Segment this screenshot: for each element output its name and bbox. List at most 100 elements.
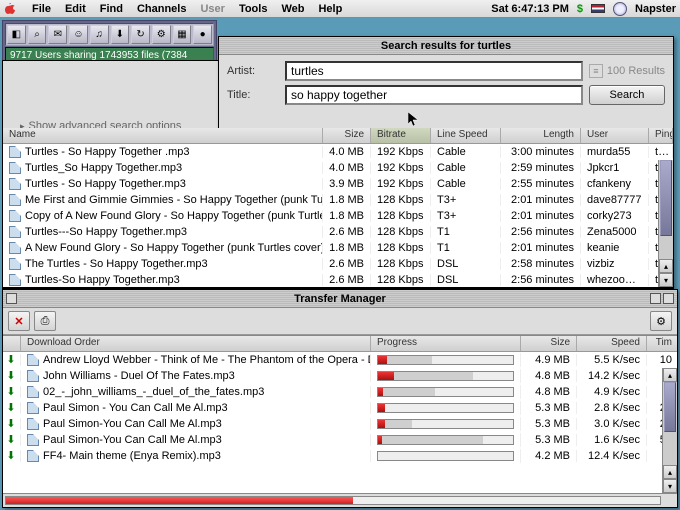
tool-icon[interactable]: ⚙ bbox=[152, 25, 171, 44]
table-row[interactable]: A New Found Glory - So Happy Together (p… bbox=[3, 240, 673, 256]
menubar-app-name: Napster bbox=[635, 3, 676, 15]
column-header[interactable]: Size bbox=[521, 336, 577, 351]
progress-bar bbox=[377, 419, 514, 429]
tool-icon[interactable]: ◧ bbox=[7, 25, 26, 44]
search-form: Artist: ≡ 100 Results Title: Search bbox=[219, 55, 673, 111]
file-icon bbox=[9, 242, 21, 254]
scroll-up-icon[interactable]: ▴ bbox=[663, 465, 677, 479]
menu-web[interactable]: Web bbox=[281, 3, 304, 15]
tool-icon[interactable]: ✉ bbox=[48, 25, 67, 44]
file-icon bbox=[27, 434, 39, 446]
table-row[interactable]: Turtles_So Happy Together.mp3 4.0 MB192 … bbox=[3, 160, 673, 176]
search-button[interactable]: Search bbox=[589, 85, 665, 105]
file-icon bbox=[9, 258, 21, 270]
search-columns[interactable]: NameSizeBitrateLine SpeedLengthUserPing bbox=[3, 128, 673, 144]
column-header[interactable]: Tim bbox=[647, 336, 677, 351]
title-input[interactable] bbox=[285, 85, 583, 105]
scroll-down-icon[interactable]: ▾ bbox=[663, 479, 677, 493]
table-row[interactable]: ⬇ Paul Simon-You Can Call Me Al.mp3 5.3 … bbox=[3, 432, 677, 448]
menu-help[interactable]: Help bbox=[318, 3, 342, 15]
tool-icon[interactable]: ● bbox=[193, 25, 212, 44]
search-window-title: Search results for turtles bbox=[381, 40, 511, 52]
progress-bar bbox=[377, 451, 514, 461]
scrollbar-vertical[interactable]: ▴ ▴ ▾ bbox=[662, 368, 677, 493]
transfer-toolbar: ✕ ⎙ ⚙ bbox=[3, 308, 677, 335]
scrollbar-vertical[interactable]: ▴ ▾ bbox=[658, 160, 673, 287]
table-row[interactable]: ⬇ FF4- Main theme (Enya Remix).mp3 4.2 M… bbox=[3, 448, 677, 464]
file-icon bbox=[27, 450, 39, 462]
file-icon bbox=[9, 274, 21, 286]
download-icon: ⬇ bbox=[5, 370, 17, 382]
title-label: Title: bbox=[227, 89, 279, 101]
menu-find[interactable]: Find bbox=[100, 3, 123, 15]
table-row[interactable]: Turtles-So Happy Together.mp3 2.6 MB128 … bbox=[3, 272, 673, 287]
scroll-up-icon[interactable]: ▴ bbox=[659, 259, 673, 273]
tool-icon[interactable]: ↻ bbox=[131, 25, 150, 44]
column-header[interactable]: Bitrate bbox=[371, 128, 431, 143]
search-results: NameSizeBitrateLine SpeedLengthUserPing … bbox=[2, 128, 674, 288]
file-icon bbox=[27, 386, 39, 398]
artist-input[interactable] bbox=[285, 61, 583, 81]
file-icon bbox=[27, 402, 39, 414]
close-box-icon[interactable] bbox=[6, 293, 17, 304]
table-row[interactable]: Turtles - So Happy Together.mp3 3.9 MB19… bbox=[3, 176, 673, 192]
column-header[interactable]: Speed bbox=[577, 336, 647, 351]
download-icon: ⬇ bbox=[5, 402, 17, 414]
menu-user[interactable]: User bbox=[200, 3, 224, 15]
settings-button[interactable]: ⚙ bbox=[650, 311, 672, 331]
dollar-icon: $ bbox=[577, 3, 583, 15]
zoom-box-icon[interactable] bbox=[650, 293, 661, 304]
reveal-button[interactable]: ⎙ bbox=[34, 311, 56, 331]
transfer-window-title: Transfer Manager bbox=[294, 293, 386, 305]
column-header[interactable]: Line Speed bbox=[431, 128, 501, 143]
table-row[interactable]: ⬇ Andrew Lloyd Webber - Think of Me - Th… bbox=[3, 352, 677, 368]
apple-menu-icon[interactable] bbox=[4, 2, 18, 16]
file-icon bbox=[9, 178, 21, 190]
column-header[interactable]: Size bbox=[323, 128, 371, 143]
column-header[interactable]: Download Order bbox=[21, 336, 371, 351]
scroll-down-icon[interactable]: ▾ bbox=[659, 273, 673, 287]
tool-icon[interactable]: ▦ bbox=[173, 25, 192, 44]
tool-icon[interactable]: ☺ bbox=[69, 25, 88, 44]
cancel-transfer-button[interactable]: ✕ bbox=[8, 311, 30, 331]
menubar-clock: Sat 6:47:13 PM bbox=[491, 3, 569, 15]
menu-tools[interactable]: Tools bbox=[239, 3, 268, 15]
file-icon bbox=[27, 354, 39, 366]
menu-file[interactable]: File bbox=[32, 3, 51, 15]
napster-app-icon[interactable] bbox=[613, 2, 627, 16]
transfer-columns[interactable]: Download OrderProgressSizeSpeedTim bbox=[3, 336, 677, 352]
column-header[interactable]: User bbox=[581, 128, 649, 143]
table-row[interactable]: The Turtles - So Happy Together.mp3 2.6 … bbox=[3, 256, 673, 272]
collapse-box-icon[interactable] bbox=[663, 293, 674, 304]
transfer-window: Transfer Manager ✕ ⎙ ⚙ Download OrderPro… bbox=[2, 289, 678, 508]
column-header[interactable]: Progress bbox=[371, 336, 521, 351]
table-row[interactable]: Copy of A New Found Glory - So Happy Tog… bbox=[3, 208, 673, 224]
column-header[interactable]: Length bbox=[501, 128, 581, 143]
column-header[interactable] bbox=[3, 336, 21, 351]
table-row[interactable]: Me First and Gimmie Gimmies - So Happy T… bbox=[3, 192, 673, 208]
table-row[interactable]: Turtles - So Happy Together .mp3 4.0 MB1… bbox=[3, 144, 673, 160]
tool-icon[interactable]: ⌕ bbox=[28, 25, 47, 44]
table-row[interactable]: ⬇ John Williams - Duel Of The Fates.mp3 … bbox=[3, 368, 677, 384]
file-icon bbox=[27, 370, 39, 382]
table-row[interactable]: ⬇ Paul Simon-You Can Call Me Al.mp3 5.3 … bbox=[3, 416, 677, 432]
table-row[interactable]: ⬇ 02_-_john_williams_-_duel_of_the_fates… bbox=[3, 384, 677, 400]
file-icon bbox=[9, 226, 21, 238]
tool-icon[interactable]: ⬇ bbox=[111, 25, 130, 44]
download-icon: ⬇ bbox=[5, 434, 17, 446]
scroll-up-icon[interactable]: ▴ bbox=[663, 368, 677, 382]
transfer-titlebar[interactable]: Transfer Manager bbox=[3, 290, 677, 308]
flag-icon bbox=[591, 4, 605, 13]
download-icon: ⬇ bbox=[5, 450, 17, 462]
table-row[interactable]: ⬇ Paul Simon - You Can Call Me Al.mp3 5.… bbox=[3, 400, 677, 416]
menu-channels[interactable]: Channels bbox=[137, 3, 187, 15]
table-row[interactable]: Turtles---So Happy Together.mp3 2.6 MB12… bbox=[3, 224, 673, 240]
overall-progress bbox=[5, 496, 661, 505]
search-titlebar[interactable]: Search results for turtles bbox=[219, 37, 673, 55]
download-icon: ⬇ bbox=[5, 418, 17, 430]
menu-edit[interactable]: Edit bbox=[65, 3, 86, 15]
menubar: File Edit Find Channels User Tools Web Help Sat… bbox=[0, 0, 680, 18]
column-header[interactable]: Ping bbox=[649, 128, 673, 143]
tool-icon[interactable]: ♫ bbox=[90, 25, 109, 44]
column-header[interactable]: Name bbox=[3, 128, 323, 143]
